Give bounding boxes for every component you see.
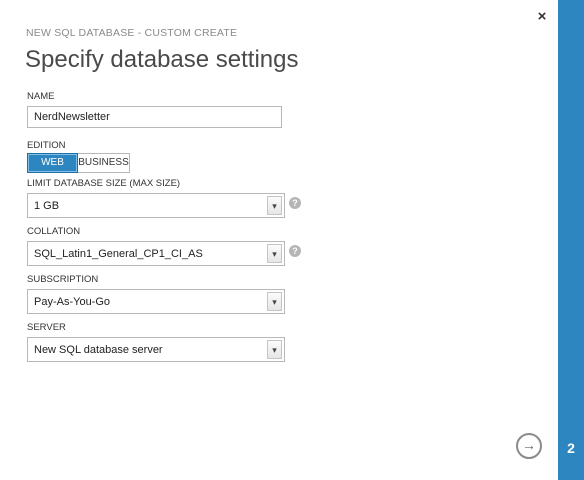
dialog: × NEW SQL DATABASE - CUSTOM CREATE Speci…	[0, 0, 558, 480]
edition-label: EDITION	[27, 140, 66, 151]
name-label: NAME	[27, 91, 55, 102]
collation-label: COLLATION	[27, 226, 81, 237]
edition-web-option[interactable]: WEB	[27, 153, 78, 173]
edition-toggle: WEB BUSINESS	[27, 153, 130, 173]
size-label: LIMIT DATABASE SIZE (MAX SIZE)	[27, 178, 181, 189]
wizard-subheading: NEW SQL DATABASE - CUSTOM CREATE	[26, 27, 238, 39]
step-number: 2	[567, 440, 575, 456]
chevron-down-icon: ▾	[267, 196, 282, 215]
server-label: SERVER	[27, 322, 66, 333]
name-input[interactable]	[27, 106, 282, 128]
help-icon[interactable]: ?	[289, 197, 301, 209]
edition-business-option[interactable]: BUSINESS	[78, 153, 130, 173]
size-select[interactable]: 1 GB ▾	[27, 193, 285, 218]
subscription-select-value: Pay-As-You-Go	[34, 296, 111, 308]
chevron-down-icon: ▾	[267, 244, 282, 263]
server-select[interactable]: New SQL database server ▾	[27, 337, 285, 362]
page-title: Specify database settings	[25, 46, 299, 73]
chevron-down-icon: ▾	[267, 292, 282, 311]
server-select-value: New SQL database server	[34, 344, 163, 356]
collation-select-value: SQL_Latin1_General_CP1_CI_AS	[34, 248, 203, 260]
wizard-step-strip: 2	[558, 0, 584, 480]
collation-select[interactable]: SQL_Latin1_General_CP1_CI_AS ▾	[27, 241, 285, 266]
close-icon[interactable]: ×	[534, 8, 550, 26]
next-arrow-icon[interactable]: →	[516, 433, 542, 459]
subscription-select[interactable]: Pay-As-You-Go ▾	[27, 289, 285, 314]
chevron-down-icon: ▾	[267, 340, 282, 359]
size-select-value: 1 GB	[34, 200, 60, 212]
subscription-label: SUBSCRIPTION	[27, 274, 99, 285]
help-icon[interactable]: ?	[289, 245, 301, 257]
